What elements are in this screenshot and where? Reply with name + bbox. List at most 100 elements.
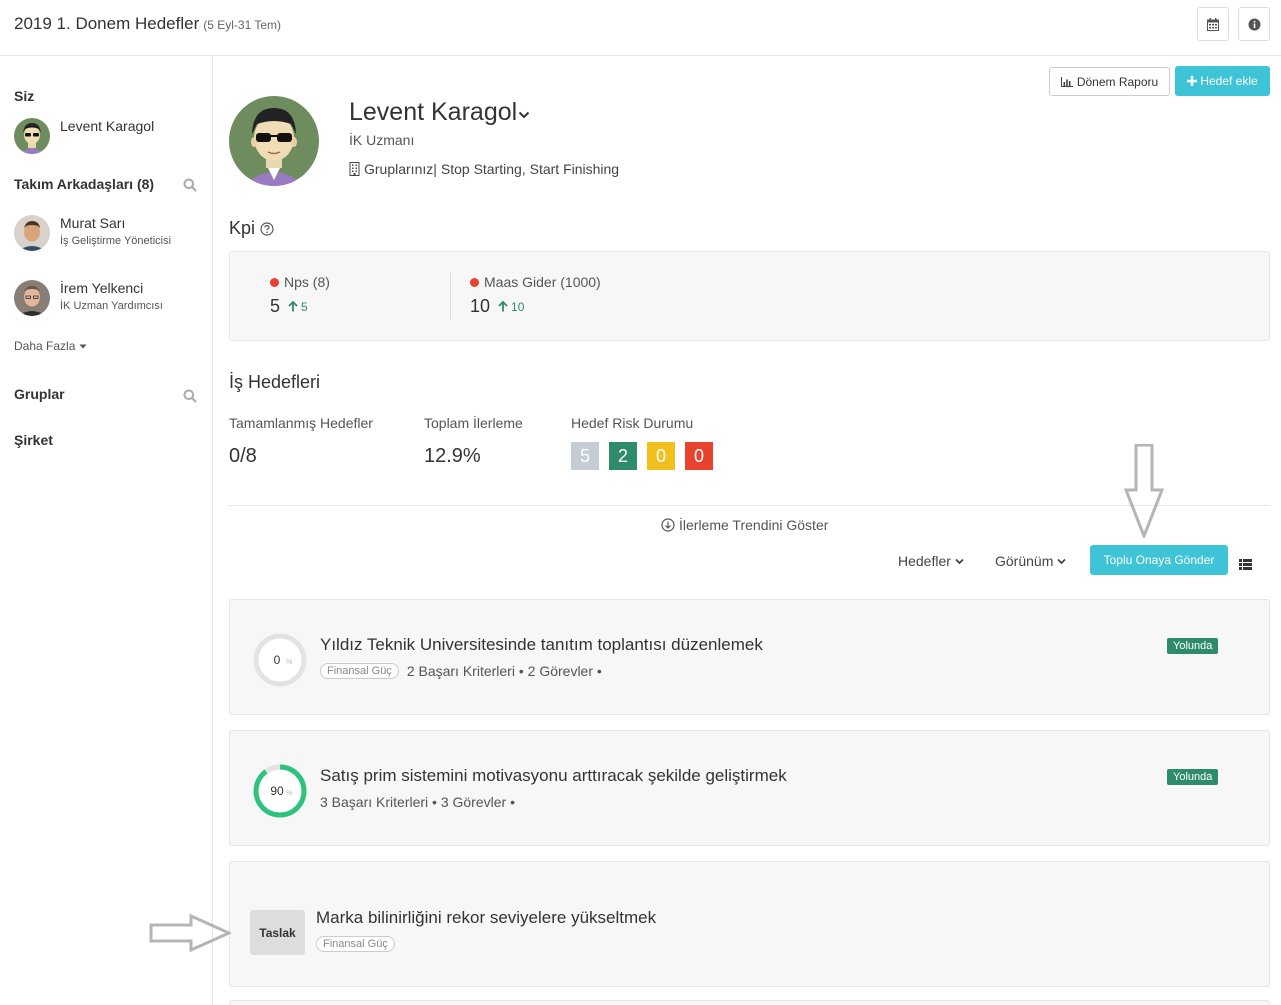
progress-ring: 90 %	[253, 764, 307, 818]
risk-count-at-risk[interactable]: 0	[647, 442, 675, 470]
kpi-delta: 5	[301, 299, 308, 314]
risk-count-neutral[interactable]: 5	[571, 442, 599, 470]
profile-name-dropdown[interactable]: Levent Karagol	[349, 98, 530, 127]
goal-card[interactable]	[229, 1000, 1270, 1005]
company-heading[interactable]: Şirket	[14, 432, 53, 448]
top-header: 2019 1. Donem Hedefler (5 Eyl-31 Tem)	[0, 0, 1281, 56]
goal-tag: Finansal Güç	[316, 936, 395, 952]
view-filter-label: Görünüm	[995, 553, 1054, 569]
plus-icon	[1187, 76, 1198, 86]
status-badge: Yolunda	[1167, 638, 1219, 654]
sidebar-me-name: Levent Karagol	[60, 118, 155, 134]
me-heading: Siz	[14, 88, 35, 104]
risk-count-off-track[interactable]: 0	[685, 442, 713, 470]
teammate-name: Murat Sarı	[60, 215, 126, 231]
search-icon	[183, 389, 197, 403]
search-icon	[183, 178, 197, 192]
kpi-divider	[450, 272, 451, 320]
avatar	[14, 118, 50, 154]
total-progress-label: Toplam İlerleme	[424, 415, 523, 431]
risk-count-on-track[interactable]: 2	[609, 442, 637, 470]
info-button[interactable]	[1238, 7, 1270, 41]
page-title: 2019 1. Donem Hedefler (5 Eyl-31 Tem)	[14, 14, 281, 34]
goal-title[interactable]: Marka bilinirliğini rekor seviyelere yük…	[316, 908, 656, 928]
chevron-down-icon	[955, 558, 964, 564]
kpi-item[interactable]: Maas Gider (1000) 10 10	[470, 274, 601, 317]
arrow-up-icon	[288, 301, 298, 312]
percent-sign: %	[286, 790, 292, 797]
period-report-button[interactable]: Dönem Raporu	[1049, 67, 1170, 96]
list-view-toggle[interactable]	[1239, 557, 1252, 575]
groups-search-button[interactable]	[183, 389, 197, 408]
calendar-icon	[1207, 17, 1219, 31]
progress-value: 90	[270, 784, 284, 798]
kpi-status-dot	[470, 277, 479, 287]
team-search-button[interactable]	[183, 178, 197, 197]
period-dates: (5 Eyl-31 Tem)	[203, 18, 282, 32]
period-title: 2019 1. Donem Hedefler	[14, 14, 200, 33]
total-progress-value: 12.9%	[424, 445, 481, 467]
profile-avatar	[229, 96, 319, 186]
kpi-panel: Nps (8) 5 5 Maas Gider (1000) 10 10	[229, 251, 1270, 341]
bar-chart-icon	[1060, 76, 1073, 87]
add-goal-button[interactable]: Hedef ekle	[1175, 66, 1270, 96]
kpi-label: Maas Gider (1000)	[484, 274, 601, 290]
goal-meta: 3 Başarı Kriterleri • 3 Görevler •	[320, 794, 515, 810]
goal-card[interactable]: 0 % Yıldız Teknik Universitesinde tanıtı…	[229, 599, 1270, 715]
groups-heading[interactable]: Gruplar	[14, 386, 65, 402]
kpi-status-dot	[270, 277, 279, 287]
more-teammates-link[interactable]: Daha Fazla	[14, 339, 87, 353]
teammate-item[interactable]: Murat Sarı İş Geliştirme Yöneticisi	[14, 215, 171, 251]
info-icon	[1248, 18, 1260, 30]
teammate-item[interactable]: İrem Yelkenci İK Uzman Yardımcısı	[14, 280, 163, 316]
profile-role: İK Uzmanı	[349, 132, 415, 148]
goal-title[interactable]: Satış prim sistemini motivasyonu arttıra…	[320, 766, 787, 786]
kpi-heading: Kpi	[229, 218, 274, 239]
kpi-label: Nps (8)	[284, 274, 330, 290]
chevron-down-icon	[1057, 558, 1066, 564]
show-trend-link[interactable]: İlerleme Trendini Göster	[661, 517, 828, 533]
kpi-value: 5	[270, 296, 281, 316]
add-goal-label: Hedef ekle	[1200, 74, 1258, 88]
period-report-label: Dönem Raporu	[1076, 74, 1159, 89]
goals-filter-label: Hedefler	[898, 553, 951, 569]
goal-card[interactable]: 90 % Satış prim sistemini motivasyonu ar…	[229, 730, 1270, 846]
progress-ring: 0 %	[253, 633, 307, 687]
percent-sign: %	[286, 659, 292, 666]
goal-criteria: 2 Başarı Kriterleri • 2 Görevler •	[406, 663, 602, 679]
help-icon[interactable]	[260, 221, 274, 236]
caret-down-icon	[79, 344, 87, 349]
arrow-up-icon	[498, 301, 508, 312]
building-icon	[349, 162, 360, 176]
kpi-value: 10	[470, 296, 491, 316]
calendar-button[interactable]	[1197, 7, 1229, 41]
kpi-heading-label: Kpi	[229, 218, 256, 238]
sidebar-me[interactable]: Levent Karagol	[14, 118, 154, 154]
groups-value[interactable]: Stop Starting, Start Finishing	[441, 161, 619, 177]
profile-name: Levent Karagol	[349, 98, 518, 126]
kpi-delta: 10	[511, 299, 525, 314]
goal-criteria: 3 Başarı Kriterleri • 3 Görevler •	[320, 794, 515, 810]
goal-card-draft[interactable]: Taslak Marka bilinirliğini rekor seviyel…	[229, 861, 1270, 987]
teammate-role: İK Uzman Yardımcısı	[60, 300, 163, 312]
goal-title[interactable]: Yıldız Teknik Universitesinde tanıtım to…	[320, 635, 763, 655]
goal-meta: Finansal Güç 2 Başarı Kriterleri • 2 Gör…	[320, 663, 602, 679]
download-circle-icon	[661, 518, 675, 532]
team-heading: Takım Arkadaşları (8)	[14, 176, 155, 192]
teammate-role: İş Geliştirme Yöneticisi	[60, 235, 172, 247]
kpi-item[interactable]: Nps (8) 5 5	[270, 274, 330, 317]
view-filter-dropdown[interactable]: Görünüm	[995, 553, 1066, 569]
bulk-approve-button[interactable]: Toplu Onaya Gönder	[1090, 545, 1228, 575]
status-badge: Yolunda	[1167, 769, 1219, 785]
sidebar: Siz Levent Karagol Takım Arkadaşları (8)…	[0, 56, 213, 1005]
completed-goals-value: 0/8	[229, 445, 257, 467]
more-label: Daha Fazla	[14, 339, 76, 353]
goals-filter-dropdown[interactable]: Hedefler	[898, 553, 964, 569]
avatar	[14, 215, 50, 251]
groups-label: Gruplarınız|	[364, 161, 437, 177]
completed-goals-label: Tamamlanmış Hedefler	[229, 415, 373, 431]
profile-groups: Gruplarınız| Stop Starting, Start Finish…	[349, 161, 619, 177]
draft-badge: Taslak	[250, 910, 305, 955]
goal-tag: Finansal Güç	[320, 663, 399, 679]
show-trend-label: İlerleme Trendini Göster	[679, 517, 829, 533]
